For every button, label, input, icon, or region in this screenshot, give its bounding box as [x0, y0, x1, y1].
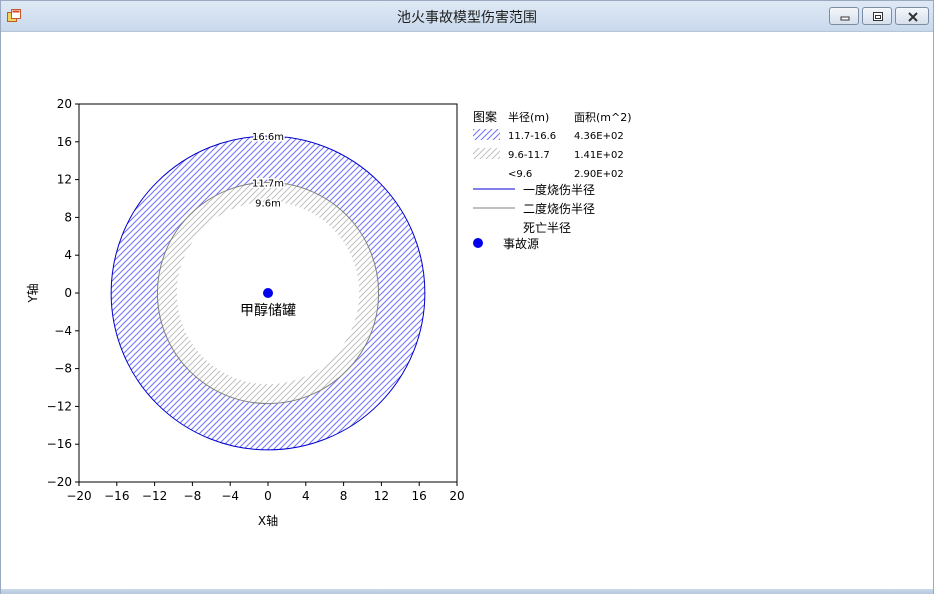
- maximize-icon: [873, 12, 883, 21]
- app-window: 池火事故模型伤害范围 16.6m 11.7m 9.6m −20 −16 −12 −8 −4 0 4…: [0, 0, 934, 594]
- close-button[interactable]: [895, 7, 929, 25]
- y-tick-label-9: 16: [57, 135, 72, 149]
- y-tick-label-1: −16: [47, 437, 72, 451]
- x-tick-label-5: 0: [264, 489, 272, 503]
- legend-source-label: 事故源: [503, 236, 539, 251]
- legend-source-marker: [473, 238, 483, 248]
- damage-range-chart: 16.6m11.7m9.6m−20 −16 −12 −8 −4 0 4 8 12 16 20−20−…: [25, 97, 632, 528]
- y-tick-label-10: 20: [57, 97, 72, 111]
- x-tick-label-9: 16: [412, 489, 427, 503]
- legend-swatch-0: [473, 129, 500, 140]
- legend-area-1: 1.41E+02: [574, 150, 624, 161]
- x-tick-label-4: −4: [221, 489, 239, 503]
- legend-area-0: 4.36E+02: [574, 131, 624, 142]
- close-icon: [908, 12, 918, 22]
- legend-line-label-2: 死亡半径: [523, 221, 571, 235]
- y-tick-label-8: 12: [57, 173, 72, 187]
- legend-line-label-0: 一度烧伤半径: [523, 182, 595, 197]
- y-axis-label: Y轴: [25, 283, 40, 303]
- x-tick-label-0: −20: [66, 489, 91, 503]
- legend-header-area: 面积(m^2): [574, 111, 632, 124]
- x-axis-label: X轴: [258, 513, 278, 528]
- legend-radius-0: 11.7-16.6: [508, 131, 556, 142]
- legend-area-2: 2.90E+02: [574, 169, 624, 180]
- legend-swatch-1: [473, 148, 500, 159]
- radius-label-2: 9.6m: [255, 198, 281, 209]
- maximize-button[interactable]: [862, 7, 892, 25]
- y-tick-label-3: −8: [54, 362, 72, 376]
- y-tick-label-0: −20: [47, 475, 72, 489]
- y-tick-label-7: 8: [64, 210, 72, 224]
- x-tick-label-6: 4: [302, 489, 310, 503]
- y-tick-label-5: 0: [64, 286, 72, 300]
- radius-label-1: 11.7m: [252, 178, 284, 189]
- x-tick-label-8: 12: [374, 489, 389, 503]
- x-tick-label-2: −12: [142, 489, 167, 503]
- x-tick-label-7: 8: [340, 489, 348, 503]
- accident-source-label: 甲醇储罐: [240, 302, 296, 319]
- minimize-button[interactable]: [829, 7, 859, 25]
- radius-label-0: 16.6m: [252, 132, 284, 143]
- legend-header-radius: 半径(m): [508, 110, 549, 124]
- legend-line-label-1: 二度烧伤半径: [523, 201, 595, 216]
- legend-radius-1: 9.6-11.7: [508, 150, 550, 161]
- y-tick-label-4: −4: [54, 324, 72, 338]
- y-tick-label-6: 4: [64, 248, 72, 262]
- x-tick-label-1: −16: [104, 489, 129, 503]
- legend-radius-2: <9.6: [508, 169, 532, 180]
- window-bottom-border: [1, 589, 933, 594]
- legend-header-pattern: 图案: [473, 109, 497, 124]
- x-tick-label-10: 20: [449, 489, 464, 503]
- title-bar[interactable]: 池火事故模型伤害范围: [1, 1, 933, 32]
- window-title: 池火事故模型伤害范围: [397, 10, 537, 26]
- minimize-icon: [840, 16, 850, 21]
- y-tick-label-2: −12: [47, 399, 72, 413]
- x-tick-label-3: −8: [184, 489, 202, 503]
- accident-source-point: [263, 288, 273, 298]
